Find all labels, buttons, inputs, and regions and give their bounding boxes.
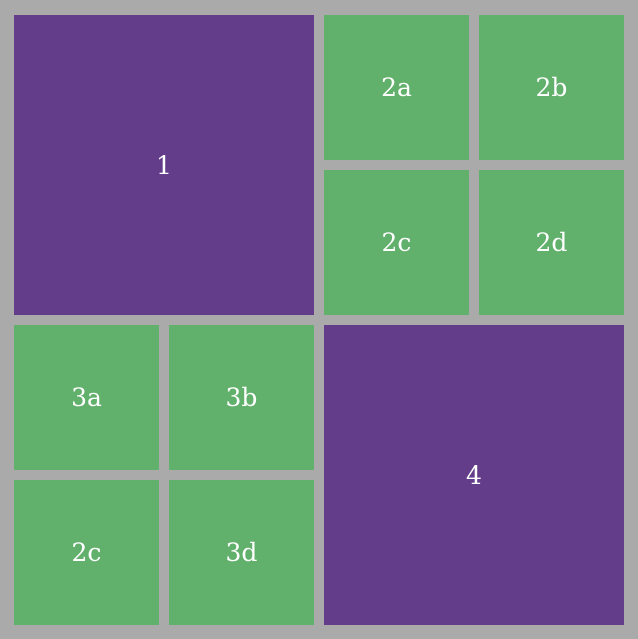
block-2b-label: 2b — [535, 73, 568, 102]
block-2c-label: 2c — [381, 228, 412, 257]
block-4: 4 — [324, 325, 624, 625]
block-1-label: 1 — [156, 150, 172, 180]
block-3b: 3b — [169, 325, 314, 470]
block-3d-label: 3d — [225, 538, 258, 567]
block-2c: 2c — [324, 170, 469, 315]
block-1: 1 — [14, 15, 314, 315]
block-4-label: 4 — [466, 460, 482, 490]
block-3c: 2c — [14, 480, 159, 625]
block-2-grid: 2a 2b 2c 2d — [324, 15, 624, 315]
block-2a: 2a — [324, 15, 469, 160]
block-2b: 2b — [479, 15, 624, 160]
block-3-grid: 3a 3b 2c 3d — [14, 325, 314, 625]
canvas: 1 2a 2b 2c 2d 3a 3b 2c 3d 4 — [0, 0, 638, 639]
block-3b-label: 3b — [225, 383, 258, 412]
block-2d: 2d — [479, 170, 624, 315]
block-3a-label: 3a — [71, 383, 102, 412]
block-3d: 3d — [169, 480, 314, 625]
block-2a-label: 2a — [381, 73, 412, 102]
layout-grid: 1 2a 2b 2c 2d 3a 3b 2c 3d 4 — [14, 15, 624, 625]
block-3a: 3a — [14, 325, 159, 470]
block-3c-label: 2c — [71, 538, 102, 567]
block-2d-label: 2d — [535, 228, 568, 257]
